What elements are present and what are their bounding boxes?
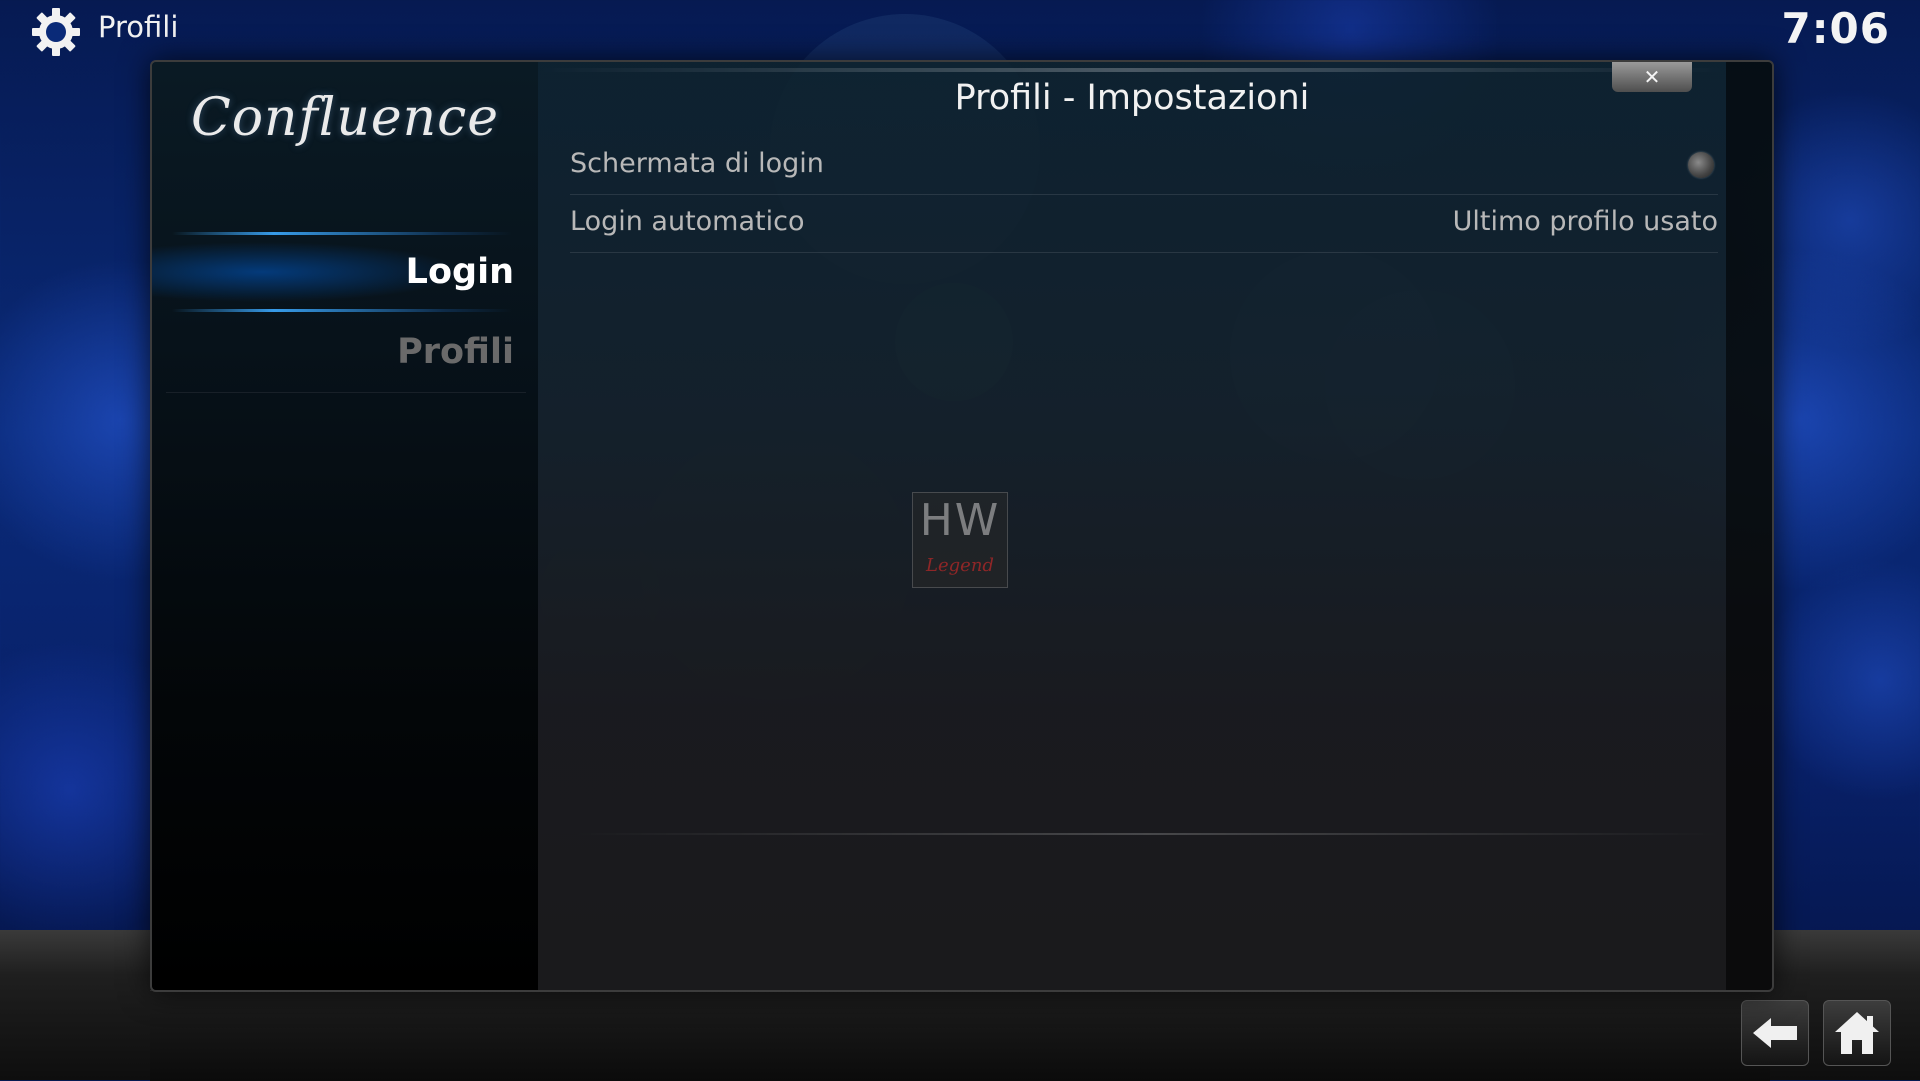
sidebar-item-login[interactable]: Login [152,232,528,312]
setting-value: Ultimo profilo usato [1452,206,1718,237]
confluence-logo: Confluence [190,88,500,148]
close-icon: ✕ [1643,65,1661,89]
sidebar: Confluence Login Profili [152,62,538,990]
hwlegend-watermark: HW Legend [912,492,1008,588]
watermark-bottom: Legend [926,555,994,576]
gear-icon [32,8,80,56]
radio-toggle[interactable] [1688,152,1714,178]
sidebar-item-profili[interactable]: Profili [152,312,528,392]
dialog-title: Profili - Impostazioni [954,78,1310,118]
close-button[interactable]: ✕ [1612,62,1692,92]
content-divider [572,833,1722,835]
sidebar-divider [166,392,526,393]
back-arrow-icon [1753,1018,1797,1048]
settings-dialog: Confluence Login Profili Profili - Impos… [150,60,1774,992]
setting-label: Schermata di login [570,148,824,179]
home-icon [1835,1012,1879,1054]
sidebar-item-label: Login [405,252,514,292]
watermark-top: HW [919,495,1001,546]
scrollbar-track [1726,62,1772,990]
back-button[interactable] [1741,1000,1809,1066]
bottom-panel [150,990,1770,1081]
sidebar-item-label: Profili [397,332,514,372]
setting-label: Login automatico [570,206,805,237]
page-title: Profili [98,10,179,44]
setting-row-schermata-login[interactable]: Schermata di login [570,138,1718,195]
clock: 7:06 [1781,4,1890,53]
setting-row-login-automatico[interactable]: Login automatico Ultimo profilo usato [570,196,1718,253]
home-button[interactable] [1823,1000,1891,1066]
title-glow [538,68,1726,72]
